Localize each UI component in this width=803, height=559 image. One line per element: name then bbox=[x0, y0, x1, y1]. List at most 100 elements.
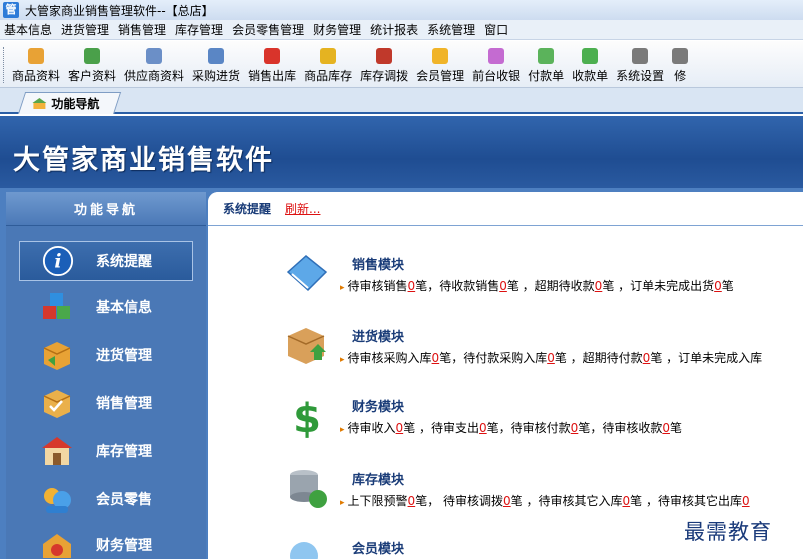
app-icon: 管 bbox=[3, 2, 19, 18]
menu-purchase[interactable]: 进货管理 bbox=[57, 20, 114, 40]
purchase-module-icon bbox=[287, 328, 326, 364]
count-link[interactable]: 0 bbox=[742, 494, 750, 508]
module-title[interactable]: 库存模块 bbox=[352, 469, 404, 488]
description-text: 上下限预警 bbox=[347, 494, 408, 508]
toolbar-button-label: 收款单 bbox=[572, 69, 609, 83]
toolbar-button-customer[interactable]: 客户资料 bbox=[64, 41, 120, 87]
module-title[interactable]: 进货模块 bbox=[352, 326, 404, 345]
refresh-link[interactable]: 刷新... bbox=[285, 200, 320, 217]
count-link[interactable]: 0 bbox=[547, 351, 555, 365]
sidebar-item-members[interactable]: 会员零售 bbox=[6, 477, 206, 521]
sidebar-item-cubes[interactable]: 基本信息 bbox=[6, 285, 206, 329]
toolbar-button-edit[interactable]: 修 bbox=[668, 41, 692, 87]
menu-stock[interactable]: 库存管理 bbox=[171, 20, 228, 40]
sidebar-item-label: 销售管理 bbox=[96, 396, 152, 412]
module-title[interactable]: 财务模块 bbox=[352, 396, 404, 415]
menu-system[interactable]: 系统管理 bbox=[423, 20, 480, 40]
toolbar-button-label: 商品库存 bbox=[304, 69, 353, 83]
description-text: 笔 ，超期待收款 bbox=[506, 279, 595, 293]
description-text: 笔 ，订单未完成入库 bbox=[650, 351, 763, 365]
menu-finance[interactable]: 财务管理 bbox=[309, 20, 366, 40]
bullet-arrow-icon: ▸ bbox=[340, 283, 345, 293]
toolbar-button-receipt[interactable]: 收款单 bbox=[568, 41, 612, 87]
toolbar-button-purchase[interactable]: 采购进货 bbox=[188, 41, 244, 87]
count-link[interactable]: 0 bbox=[499, 279, 507, 293]
module-description: ▸ 上下限预警0笔， 待审核调拨0笔 ，待审核其它入库0笔 ，待审核其它出库0 bbox=[340, 492, 750, 509]
toolbar-button-sales-out[interactable]: 销售出库 bbox=[244, 41, 300, 87]
toolbar-button-label: 库存调拨 bbox=[360, 69, 409, 83]
sidebar-item-sales-box[interactable]: 销售管理 bbox=[6, 381, 206, 425]
sidebar-item-warehouse[interactable]: 库存管理 bbox=[6, 429, 206, 473]
toolbar-button-payment[interactable]: 付款单 bbox=[524, 41, 568, 87]
toolbar-button-label: 修 bbox=[674, 69, 687, 83]
module-title[interactable]: 会员模块 bbox=[352, 538, 404, 557]
toolbar-button-label: 前台收银 bbox=[472, 69, 521, 83]
toolbar-button-label: 供应商资料 bbox=[124, 69, 185, 83]
module-stock: 库存模块 ▸ 上下限预警0笔， 待审核调拨0笔 ，待审核其它入库0笔 ，待审核其它出… bbox=[284, 465, 803, 521]
toolbar-button-label: 系统设置 bbox=[616, 69, 665, 83]
sidebar-item-info[interactable]: i 系统提醒 bbox=[19, 241, 193, 281]
tab-strip: 功能导航 bbox=[0, 88, 803, 114]
purchase-box-icon bbox=[43, 342, 71, 370]
sidebar-item-label: 基本信息 bbox=[96, 300, 152, 316]
sales-box-icon bbox=[43, 390, 71, 418]
module-sales: 销售模块 ▸ 待审核销售0笔，待收款销售0笔 ，超期待收款0笔 ，订单未完成出货0笔 bbox=[284, 250, 803, 306]
payment-icon bbox=[538, 48, 555, 64]
description-text: 笔 ，待审支出 bbox=[403, 421, 480, 435]
tab-label: 功能导航 bbox=[51, 97, 100, 111]
goods-icon bbox=[28, 48, 44, 64]
sidebar-item-label: 财务管理 bbox=[96, 538, 152, 554]
sidebar-item-finance[interactable]: 财务管理 bbox=[6, 523, 206, 559]
toolbar-button-stock[interactable]: 商品库存 bbox=[300, 41, 356, 87]
bullet-arrow-icon: ▸ bbox=[340, 355, 345, 365]
title-bar: 管 大管家商业销售管理软件--【总店】 bbox=[0, 0, 803, 20]
stock-module-icon bbox=[290, 470, 327, 508]
member-module-icon bbox=[290, 542, 318, 559]
tab-function-nav[interactable]: 功能导航 bbox=[18, 92, 122, 114]
window-title: 大管家商业销售管理软件--【总店】 bbox=[25, 3, 214, 18]
menu-window[interactable]: 窗口 bbox=[480, 20, 513, 40]
nav-tab-icon bbox=[32, 97, 47, 109]
content-header-title: 系统提醒 bbox=[223, 202, 272, 216]
sidebar-header: 功能导航 bbox=[6, 192, 206, 226]
description-text: 笔 ，超期待付款 bbox=[554, 351, 643, 365]
menu-reports[interactable]: 统计报表 bbox=[366, 20, 423, 40]
receipt-icon bbox=[582, 48, 599, 64]
toolbar-button-settings[interactable]: 系统设置 bbox=[612, 41, 668, 87]
module-title[interactable]: 销售模块 bbox=[352, 254, 404, 273]
bullet-arrow-icon: ▸ bbox=[340, 498, 345, 508]
count-link[interactable]: 0 bbox=[479, 421, 487, 435]
count-link[interactable]: 0 bbox=[714, 279, 722, 293]
toolbar-grip[interactable] bbox=[3, 47, 5, 83]
description-text: 笔， 待审核调拨 bbox=[415, 494, 504, 508]
finance-icon bbox=[43, 534, 71, 558]
sidebar-item-purchase-box[interactable]: 进货管理 bbox=[6, 333, 206, 377]
menu-member-retail[interactable]: 会员零售管理 bbox=[228, 20, 309, 40]
menu-sales[interactable]: 销售管理 bbox=[114, 20, 171, 40]
menu-basic-info[interactable]: 基本信息 bbox=[0, 20, 57, 40]
description-text: 待审核销售 bbox=[347, 279, 408, 293]
toolbar-button-cashier[interactable]: 前台收银 bbox=[468, 41, 524, 87]
bullet-arrow-icon: ▸ bbox=[340, 425, 345, 435]
description-text: 笔，待收款销售 bbox=[415, 279, 500, 293]
toolbar-button-label: 客户资料 bbox=[68, 69, 117, 83]
description-text: 笔，待审核付款 bbox=[486, 421, 571, 435]
count-link[interactable]: 0 bbox=[662, 421, 670, 435]
customer-icon bbox=[84, 48, 101, 64]
sidebar-item-label: 系统提醒 bbox=[96, 254, 152, 270]
toolbar-button-supplier[interactable]: 供应商资料 bbox=[120, 41, 188, 87]
supplier-icon bbox=[146, 48, 163, 64]
toolbar-button-member[interactable]: 会员管理 bbox=[412, 41, 468, 87]
description-text: 待审收入 bbox=[347, 421, 396, 435]
count-link[interactable]: 0 bbox=[503, 494, 511, 508]
sidebar-item-label: 进货管理 bbox=[96, 348, 152, 364]
count-link[interactable]: 0 bbox=[622, 494, 630, 508]
transfer-icon bbox=[376, 48, 393, 64]
toolbar-button-label: 采购进货 bbox=[192, 69, 241, 83]
sales-out-icon bbox=[264, 48, 281, 64]
toolbar-button-transfer[interactable]: 库存调拨 bbox=[356, 41, 412, 87]
members-icon bbox=[44, 488, 71, 513]
description-text: 笔，待付款采购入库 bbox=[439, 351, 548, 365]
sidebar-item-label: 会员零售 bbox=[96, 492, 152, 508]
toolbar-button-goods[interactable]: 商品资料 bbox=[8, 41, 64, 87]
